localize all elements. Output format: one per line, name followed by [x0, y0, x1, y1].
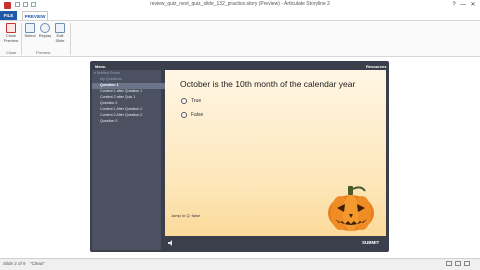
jack-o-lantern-image — [328, 186, 374, 231]
radio-false[interactable] — [181, 112, 187, 118]
group-separator — [70, 23, 71, 55]
replay-button[interactable]: Replay — [37, 23, 53, 39]
ribbon — [0, 20, 480, 57]
select-icon — [25, 23, 35, 33]
radio-true[interactable] — [181, 98, 187, 104]
normal-view-icon[interactable] — [446, 261, 452, 266]
group-label-preview: Preview — [36, 50, 51, 55]
close-preview-icon — [6, 23, 16, 33]
question-text: October is the 10th month of the calenda… — [180, 79, 356, 89]
minimize-button[interactable]: — — [458, 1, 468, 10]
menu-item[interactable]: Content 1 after Question 1 — [92, 89, 169, 95]
window-title: review_quiz_next_quiz_slide_132_practice… — [150, 1, 330, 7]
slide-count: Slide 2 of 9 — [3, 261, 26, 266]
edit-slide-icon — [55, 23, 65, 33]
group-label-close: Close — [6, 50, 17, 55]
menu-item[interactable]: Content 2 after Quiz 1 — [92, 95, 169, 101]
menu-item-scene[interactable]: ▾ Untitled Scene — [92, 71, 163, 77]
tab-file[interactable]: FILE — [0, 11, 17, 20]
menu-item[interactable]: My Questions — [92, 77, 169, 83]
menu-item[interactable]: Question 3 — [92, 119, 169, 125]
option-true-label[interactable]: True — [191, 98, 201, 104]
theme-name: "Clean" — [30, 261, 45, 266]
close-preview-button[interactable]: Close Preview — [3, 23, 19, 43]
replay-label: Replay — [38, 33, 52, 38]
menu-sidebar: ▾ Untitled Scene My Questions Question 1… — [92, 70, 169, 250]
replay-icon — [40, 23, 50, 33]
close-preview-label: Close Preview — [3, 33, 19, 43]
submit-button[interactable]: SUBMIT — [362, 240, 379, 245]
menu-tab[interactable]: Menu — [95, 64, 105, 69]
player-control-bar — [165, 236, 386, 250]
menu-item[interactable]: Content 2 After Question 2 — [92, 113, 169, 119]
menu-item[interactable]: Content 1 After Question 2 — [92, 107, 169, 113]
status-bar — [0, 258, 480, 270]
edit-slide-button[interactable]: Edit Slide — [52, 23, 68, 43]
select-label: Select — [24, 33, 36, 38]
jump-text: Jump to Q: false — [171, 213, 201, 218]
fit-window-icon[interactable] — [464, 261, 470, 266]
close-button[interactable]: ✕ — [468, 1, 478, 10]
tab-preview[interactable]: PREVIEW — [22, 11, 48, 20]
ribbon-tabs — [0, 11, 480, 20]
slide-sorter-icon[interactable] — [455, 261, 461, 266]
option-false-label[interactable]: False — [191, 112, 203, 118]
menu-item[interactable]: Question 2 — [92, 101, 169, 107]
resources-tab[interactable]: Resources — [366, 64, 386, 69]
volume-icon[interactable] — [168, 240, 174, 246]
select-button[interactable]: Select — [22, 23, 38, 39]
edit-slide-label: Edit Slide — [55, 33, 65, 43]
menu-item-selected[interactable]: Question 1 — [92, 83, 169, 89]
